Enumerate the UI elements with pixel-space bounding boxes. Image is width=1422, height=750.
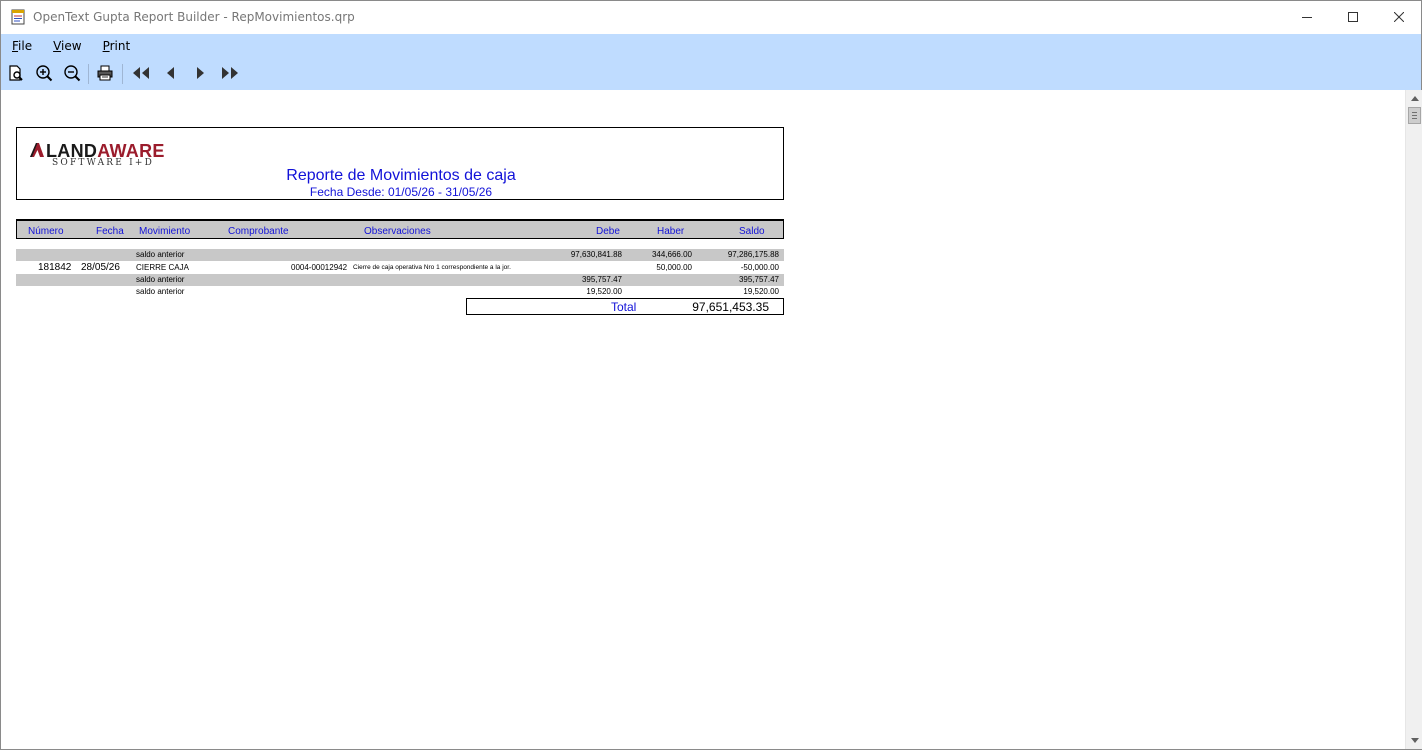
toolbar-separator bbox=[88, 64, 89, 84]
table-row: saldo anterior 97,630,841.88 344,666.00 … bbox=[16, 249, 784, 261]
zoom-out-button[interactable] bbox=[61, 62, 83, 84]
minimize-button[interactable] bbox=[1284, 1, 1330, 33]
cell-saldo: 97,286,175.88 bbox=[727, 250, 779, 259]
report-date-range: Fecha Desde: 01/05/26 - 31/05/26 bbox=[309, 185, 493, 199]
first-page-button[interactable] bbox=[130, 62, 152, 84]
window-title: OpenText Gupta Report Builder - RepMovim… bbox=[33, 10, 355, 24]
cell-movimiento: saldo anterior bbox=[136, 275, 185, 284]
report-preview-area[interactable]: LANDAWARE SOFTWARE I+D Reporte de Movimi… bbox=[1, 90, 1405, 749]
cell-movimiento: saldo anterior bbox=[136, 287, 185, 296]
cell-debe: 97,630,841.88 bbox=[570, 250, 622, 259]
total-box: Total 97,651,453.35 bbox=[466, 298, 784, 315]
report-app-icon bbox=[11, 9, 25, 25]
zoom-in-icon bbox=[36, 65, 53, 82]
scroll-down-button[interactable] bbox=[1406, 732, 1422, 749]
close-button[interactable] bbox=[1376, 1, 1422, 33]
total-label: Total bbox=[611, 300, 637, 314]
column-header-row: Número Fecha Movimiento Comprobante Obse… bbox=[16, 219, 784, 239]
cell-haber: 50,000.00 bbox=[656, 263, 692, 272]
scroll-down-arrow-icon bbox=[1410, 738, 1419, 743]
cell-comprobante: 0004-00012942 bbox=[291, 263, 348, 272]
close-icon bbox=[1394, 12, 1404, 22]
scroll-up-arrow-icon bbox=[1410, 96, 1419, 101]
cell-fecha: 28/05/26 bbox=[81, 262, 120, 273]
cell-numero: 181842 bbox=[38, 262, 72, 273]
menu-print[interactable]: Print bbox=[103, 36, 131, 56]
previous-page-icon bbox=[167, 67, 174, 79]
minimize-icon bbox=[1302, 17, 1312, 18]
app-window: OpenText Gupta Report Builder - RepMovim… bbox=[0, 0, 1422, 750]
total-value: 97,651,453.35 bbox=[692, 300, 769, 314]
next-page-button[interactable] bbox=[189, 62, 211, 84]
col-fecha: Fecha bbox=[96, 226, 124, 237]
zoom-out-icon bbox=[64, 65, 81, 82]
toolbar bbox=[1, 62, 301, 86]
last-page-icon bbox=[222, 67, 238, 79]
report-header: LANDAWARE SOFTWARE I+D Reporte de Movimi… bbox=[16, 127, 784, 200]
table-row: saldo anterior 19,520.00 19,520.00 bbox=[16, 286, 784, 298]
cell-saldo: -50,000.00 bbox=[740, 263, 779, 272]
col-numero: Número bbox=[28, 226, 64, 237]
page-preview-button[interactable] bbox=[5, 62, 27, 84]
report-title: Reporte de Movimientos de caja bbox=[286, 167, 516, 184]
menu-file[interactable]: File bbox=[12, 36, 32, 56]
col-saldo: Saldo bbox=[739, 226, 765, 237]
cell-saldo: 19,520.00 bbox=[743, 287, 779, 296]
menu-view[interactable]: View bbox=[53, 36, 81, 56]
col-movimiento: Movimiento bbox=[139, 226, 191, 237]
col-haber: Haber bbox=[657, 226, 685, 237]
previous-page-button[interactable] bbox=[160, 62, 182, 84]
cell-observaciones: Cierre de caja operativa Nro 1 correspon… bbox=[353, 264, 511, 271]
maximize-button[interactable] bbox=[1330, 1, 1376, 33]
title-bar[interactable]: OpenText Gupta Report Builder - RepMovim… bbox=[1, 1, 1421, 34]
table-row: saldo anterior 395,757.47 395,757.47 bbox=[16, 274, 784, 286]
landaware-logo-mark-icon bbox=[30, 143, 44, 157]
page-preview-icon bbox=[9, 65, 23, 81]
scrollbar-thumb[interactable] bbox=[1408, 107, 1421, 124]
vertical-scrollbar[interactable] bbox=[1405, 90, 1422, 749]
cell-movimiento: CIERRE CAJA bbox=[136, 263, 189, 272]
cell-debe: 395,757.47 bbox=[581, 275, 622, 284]
printer-icon bbox=[97, 65, 113, 81]
zoom-in-button[interactable] bbox=[33, 62, 55, 84]
menu-bar: File View Print bbox=[1, 36, 140, 56]
cell-movimiento: saldo anterior bbox=[136, 250, 185, 259]
print-button[interactable] bbox=[94, 62, 116, 84]
cell-haber: 344,666.00 bbox=[651, 250, 692, 259]
col-comprobante: Comprobante bbox=[228, 226, 289, 237]
scroll-up-button[interactable] bbox=[1406, 90, 1422, 107]
col-observaciones: Observaciones bbox=[364, 226, 431, 237]
cell-saldo: 395,757.47 bbox=[738, 275, 779, 284]
menu-toolbar-area: File View Print bbox=[1, 34, 1421, 90]
next-page-icon bbox=[197, 67, 204, 79]
table-row: 181842 28/05/26 CIERRE CAJA 0004-0001294… bbox=[16, 262, 784, 274]
cell-debe: 19,520.00 bbox=[586, 287, 622, 296]
first-page-icon bbox=[133, 67, 149, 79]
toolbar-separator bbox=[122, 64, 123, 84]
last-page-button[interactable] bbox=[219, 62, 241, 84]
col-debe: Debe bbox=[596, 226, 620, 237]
maximize-icon bbox=[1348, 12, 1358, 22]
